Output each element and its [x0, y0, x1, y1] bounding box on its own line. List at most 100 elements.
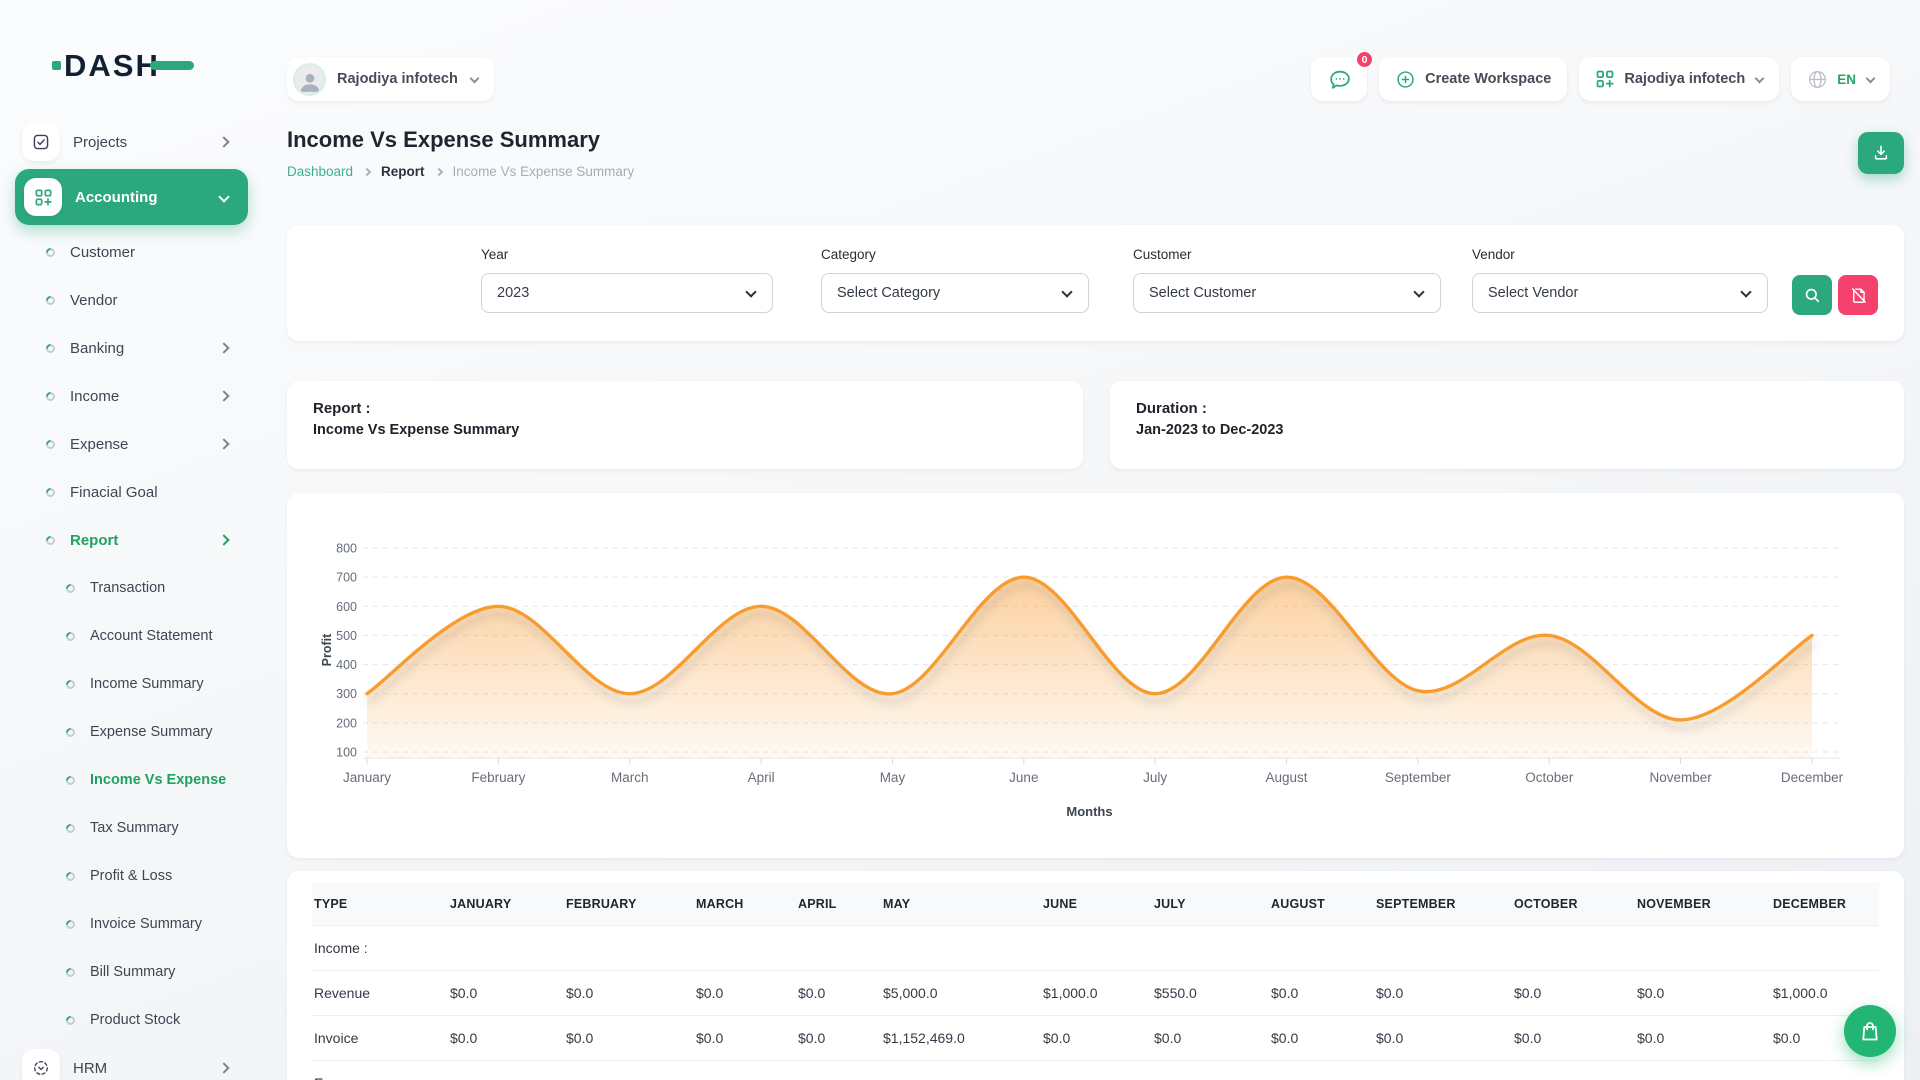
category-field: Category Select Category [821, 247, 1089, 313]
filter-fields: Year2023 Category Select Category Customer S… [481, 247, 1768, 313]
report-summary-card: Report : Income Vs Expense Summary [287, 381, 1083, 469]
sidebar-item-finacial-goal[interactable]: Finacial Goal [22, 468, 242, 516]
sidebar-item-accounting[interactable]: Accounting [15, 169, 248, 225]
title-row: Income Vs Expense Summary Dashboard Repor… [287, 127, 1904, 179]
customer-select-value: Select Customer [1149, 285, 1256, 301]
amount-cell: $0.0 [790, 971, 875, 1016]
amount-cell: $0.0 [558, 971, 688, 1016]
sidebar-item-income-summary[interactable]: Income Summary [22, 660, 242, 708]
breadcrumb-dashboard[interactable]: Dashboard [287, 164, 353, 179]
year-field: Year2023 [481, 247, 773, 313]
income-expense-table-card: TYPEJANUARYFEBRUARYMARCHAPRILMAYJUNEJULY… [287, 871, 1904, 1080]
sidebar-item-projects[interactable]: Projects [22, 118, 242, 166]
year-select[interactable]: 2023 [481, 273, 773, 313]
sidebar-item-label: Income [70, 388, 119, 405]
category-select[interactable]: Select Category [821, 273, 1089, 313]
chevron-right-icon [218, 1062, 229, 1073]
sidebar-item-hrm[interactable]: HRM [22, 1044, 242, 1080]
messages-button[interactable]: 0 [1311, 57, 1367, 101]
language-selector[interactable]: EN [1791, 57, 1890, 101]
column-header-march: MARCH [688, 883, 790, 926]
vendor-select[interactable]: Select Vendor [1472, 273, 1768, 313]
sidebar-item-label: Invoice Summary [90, 916, 202, 932]
column-header-june: JUNE [1035, 883, 1146, 926]
sidebar-item-account-statement[interactable]: Account Statement [22, 612, 242, 660]
hrm-icon [22, 1049, 60, 1080]
vendor-field: VendorSelect Vendor [1472, 247, 1768, 313]
sidebar-item-profit-loss[interactable]: Profit & Loss [22, 852, 242, 900]
sidebar-item-income[interactable]: Income [22, 372, 242, 420]
column-header-january: JANUARY [442, 883, 558, 926]
company-selector[interactable]: Rajodiya infotech [1579, 57, 1779, 101]
amount-cell: $0.0 [1368, 971, 1506, 1016]
customer-label: Customer [1133, 247, 1441, 262]
bullet-icon [64, 918, 77, 931]
sidebar-item-vendor[interactable]: Vendor [22, 276, 242, 324]
x-axis-title: Months [1066, 804, 1112, 819]
sidebar-item-tax-summary[interactable]: Tax Summary [22, 804, 242, 852]
shopping-bag-icon [1858, 1019, 1882, 1043]
amount-cell: $0.0 [1506, 1016, 1629, 1061]
column-header-april: APRIL [790, 883, 875, 926]
x-tick-label: October [1525, 770, 1574, 785]
reset-filter-button[interactable] [1838, 275, 1878, 315]
column-header-july: JULY [1146, 883, 1263, 926]
sidebar-item-label: Vendor [70, 292, 118, 309]
x-tick-label: April [748, 770, 775, 785]
sidebar-item-bill-summary[interactable]: Bill Summary [22, 948, 242, 996]
category-label: Category [821, 247, 1089, 262]
breadcrumb-income-vs-expense-summary: Income Vs Expense Summary [453, 164, 635, 179]
bullet-icon [64, 1014, 77, 1027]
x-tick-label: September [1385, 770, 1452, 785]
bullet-icon [44, 534, 57, 547]
apply-filter-button[interactable] [1792, 275, 1832, 315]
y-tick-label: 700 [336, 571, 357, 585]
x-tick-label: June [1009, 770, 1038, 785]
bullet-icon [44, 246, 57, 259]
customer-select[interactable]: Select Customer [1133, 273, 1441, 313]
bullet-icon [44, 390, 57, 403]
sidebar-item-label: Expense [70, 436, 128, 453]
sidebar-item-income-vs-expense[interactable]: Income Vs Expense [22, 756, 242, 804]
app-logo: DASH [52, 46, 242, 84]
amount-cell: $1,000.0 [1035, 971, 1146, 1016]
sidebar-item-expense-summary[interactable]: Expense Summary [22, 708, 242, 756]
sidebar-item-transaction[interactable]: Transaction [22, 564, 242, 612]
y-tick-label: 300 [336, 687, 357, 701]
sidebar-item-expense[interactable]: Expense [22, 420, 242, 468]
chevron-right-icon [218, 390, 229, 401]
year-select-value: 2023 [497, 285, 529, 301]
bullet-icon [64, 822, 77, 835]
workspace-name: Rajodiya infotech [337, 71, 458, 87]
chevron-down-icon [469, 73, 479, 83]
chevron-down-icon [1755, 73, 1765, 83]
breadcrumb-separator-icon [434, 167, 442, 175]
sidebar-item-banking[interactable]: Banking [22, 324, 242, 372]
create-workspace-button[interactable]: Create Workspace [1379, 57, 1567, 101]
sidebar-item-customer[interactable]: Customer [22, 228, 242, 276]
sidebar-item-report[interactable]: Report [22, 516, 242, 564]
column-header-february: FEBRUARY [558, 883, 688, 926]
category-select-value: Select Category [837, 285, 940, 301]
table-row-revenue: Revenue$0.0$0.0$0.0$0.0$5,000.0$1,000.0$… [312, 971, 1879, 1016]
breadcrumb-report[interactable]: Report [381, 164, 425, 179]
vendor-select-value: Select Vendor [1488, 285, 1578, 301]
pos-cart-button[interactable] [1844, 1005, 1896, 1057]
sidebar-nav: ProjectsAccountingCustomerVendorBankingI… [22, 118, 242, 1080]
download-button[interactable] [1858, 132, 1904, 174]
y-tick-label: 500 [336, 629, 357, 643]
create-workspace-label: Create Workspace [1425, 71, 1551, 87]
breadcrumb: Dashboard Report Income Vs Expense Summary [287, 164, 634, 179]
workspace-selector[interactable]: Rajodiya infotech [287, 57, 494, 101]
amount-cell: $0.0 [1368, 1016, 1506, 1061]
topbar: Rajodiya infotech 0 [287, 57, 1904, 101]
sidebar-item-label: Report [70, 532, 118, 549]
sidebar-item-product-stock[interactable]: Product Stock [22, 996, 242, 1044]
amount-cell: $0.0 [1035, 1016, 1146, 1061]
y-tick-label: 100 [336, 746, 357, 760]
y-tick-label: 800 [336, 542, 357, 556]
amount-cell: $0.0 [688, 1016, 790, 1061]
chart-card: 100200300400500600700800JanuaryFebruaryM… [287, 493, 1904, 858]
sidebar-item-invoice-summary[interactable]: Invoice Summary [22, 900, 242, 948]
sidebar-item-label: Projects [73, 134, 127, 151]
